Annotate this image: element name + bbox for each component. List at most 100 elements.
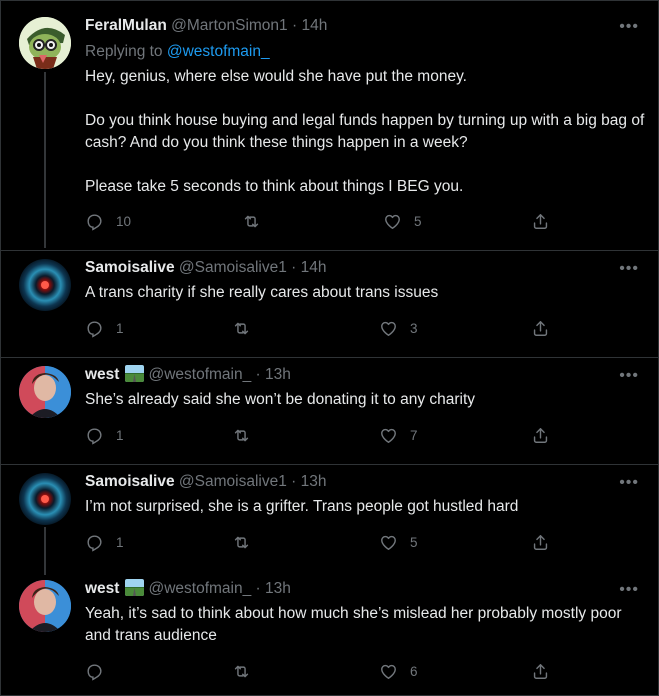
- timestamp[interactable]: · 14h: [291, 259, 326, 276]
- tweet[interactable]: FeralMulan @MartonSimon1 · 14h ••• Reply…: [0, 0, 659, 251]
- tweet-text: She’s already said she won’t be donating…: [85, 389, 645, 411]
- retweet-button[interactable]: [232, 661, 263, 681]
- retweet-icon: [234, 665, 249, 677]
- share-button[interactable]: [531, 211, 550, 231]
- more-icon[interactable]: •••: [619, 475, 639, 491]
- share-icon: [533, 213, 548, 229]
- reply-count: 1: [116, 534, 124, 550]
- display-name[interactable]: west: [85, 580, 119, 597]
- tweet[interactable]: Samoisalive @Samoisalive1 · 13h ••• I’m …: [0, 465, 659, 571]
- like-count: 6: [410, 663, 418, 679]
- tweet-header: Samoisalive @Samoisalive1 · 13h: [85, 472, 327, 492]
- replying-to: Replying to @westofmain_: [85, 42, 270, 62]
- like-button[interactable]: 5: [379, 532, 418, 552]
- timestamp[interactable]: · 13h: [256, 580, 291, 597]
- user-handle[interactable]: @westofmain_: [148, 580, 251, 597]
- share-icon: [533, 534, 548, 550]
- user-handle[interactable]: @MartonSimon1: [171, 17, 288, 34]
- retweet-button[interactable]: [242, 211, 273, 231]
- display-name[interactable]: Samoisalive: [85, 473, 175, 490]
- reply-button[interactable]: 1: [85, 425, 124, 445]
- like-count: 5: [410, 534, 418, 550]
- like-count: 3: [410, 320, 418, 336]
- share-button[interactable]: [531, 318, 550, 338]
- avatar[interactable]: [19, 580, 71, 632]
- share-button[interactable]: [531, 661, 550, 681]
- reply-button[interactable]: [85, 661, 116, 681]
- reply-count: 1: [116, 320, 124, 336]
- retweet-button[interactable]: [232, 318, 263, 338]
- action-bar: 1 7: [85, 425, 555, 445]
- timestamp[interactable]: · 13h: [256, 366, 291, 383]
- flag-emoji-icon: [125, 579, 145, 596]
- retweet-icon: [234, 322, 249, 334]
- tweet-header: west @westofmain_ · 13h: [85, 579, 291, 599]
- display-name[interactable]: west: [85, 366, 119, 383]
- like-button[interactable]: 6: [379, 661, 418, 681]
- display-name[interactable]: FeralMulan: [85, 17, 167, 34]
- action-bar: 6: [85, 661, 555, 681]
- tweet[interactable]: west @westofmain_ · 13h ••• She’s already…: [0, 358, 659, 465]
- retweet-icon: [234, 536, 249, 548]
- avatar-image: [19, 366, 71, 418]
- like-button[interactable]: 7: [379, 425, 418, 445]
- tweet-paragraph: Do you think house buying and legal fund…: [85, 112, 645, 151]
- tweet-paragraph: Yeah, it’s sad to think about how much s…: [85, 605, 622, 644]
- timestamp[interactable]: · 14h: [292, 17, 327, 34]
- display-name[interactable]: Samoisalive: [85, 259, 175, 276]
- avatar[interactable]: [19, 259, 71, 311]
- avatar[interactable]: [19, 366, 71, 418]
- tweet-header: FeralMulan @MartonSimon1 · 14h: [85, 16, 327, 36]
- like-icon: [381, 428, 396, 443]
- like-button[interactable]: 5: [383, 211, 422, 231]
- like-button[interactable]: 3: [379, 318, 418, 338]
- like-icon: [381, 321, 396, 336]
- like-icon: [381, 664, 396, 679]
- reply-icon: [87, 213, 102, 231]
- tweet-text: Hey, genius, where else would she have p…: [85, 66, 645, 198]
- reply-button[interactable]: 1: [85, 318, 124, 338]
- avatar-image: [19, 259, 71, 311]
- avatar[interactable]: [19, 473, 71, 525]
- tweet[interactable]: Samoisalive @Samoisalive1 · 14h ••• A tr…: [0, 251, 659, 358]
- more-icon[interactable]: •••: [619, 368, 639, 384]
- share-icon: [533, 320, 548, 336]
- tweet-paragraph: Please take 5 seconds to think about thi…: [85, 178, 464, 195]
- timestamp[interactable]: · 13h: [291, 473, 326, 490]
- replying-label: Replying to: [85, 43, 163, 60]
- reply-count: 1: [116, 427, 124, 443]
- reply-icon: [87, 320, 102, 338]
- retweet-button[interactable]: [232, 425, 263, 445]
- tweet-text: A trans charity if she really cares abou…: [85, 282, 645, 304]
- like-icon: [385, 214, 400, 229]
- reply-count: 10: [116, 213, 132, 229]
- user-handle[interactable]: @Samoisalive1: [179, 473, 287, 490]
- reply-icon: [87, 427, 102, 445]
- tweet-paragraph: I’m not surprised, she is a grifter. Tra…: [85, 498, 519, 515]
- tweet-paragraph: A trans charity if she really cares abou…: [85, 284, 439, 301]
- action-bar: 1 3: [85, 318, 555, 338]
- user-handle[interactable]: @westofmain_: [148, 366, 251, 383]
- like-count: 7: [410, 427, 418, 443]
- reply-button[interactable]: 1: [85, 532, 124, 552]
- retweet-button[interactable]: [232, 532, 263, 552]
- tweet-paragraph: She’s already said she won’t be donating…: [85, 391, 476, 408]
- tweet-text: Yeah, it’s sad to think about how much s…: [85, 603, 645, 647]
- retweet-icon: [244, 215, 259, 227]
- action-bar: 1 5: [85, 532, 555, 552]
- avatar-image: [19, 17, 71, 69]
- tweet-text: I’m not surprised, she is a grifter. Tra…: [85, 496, 645, 518]
- more-icon[interactable]: •••: [619, 261, 639, 277]
- tweet-paragraph: Hey, genius, where else would she have p…: [85, 68, 467, 85]
- share-button[interactable]: [531, 425, 550, 445]
- tweet[interactable]: west @westofmain_ · 13h ••• Yeah, it’s sa…: [0, 572, 659, 696]
- more-icon[interactable]: •••: [619, 582, 639, 598]
- user-handle[interactable]: @Samoisalive1: [179, 259, 287, 276]
- tweet-header: west @westofmain_ · 13h: [85, 365, 291, 385]
- replying-handle-link[interactable]: @westofmain_: [167, 43, 270, 60]
- more-icon[interactable]: •••: [619, 19, 639, 35]
- share-button[interactable]: [531, 532, 550, 552]
- reply-button[interactable]: 10: [85, 211, 131, 231]
- avatar[interactable]: [19, 17, 71, 69]
- flag-emoji-icon: [125, 365, 145, 382]
